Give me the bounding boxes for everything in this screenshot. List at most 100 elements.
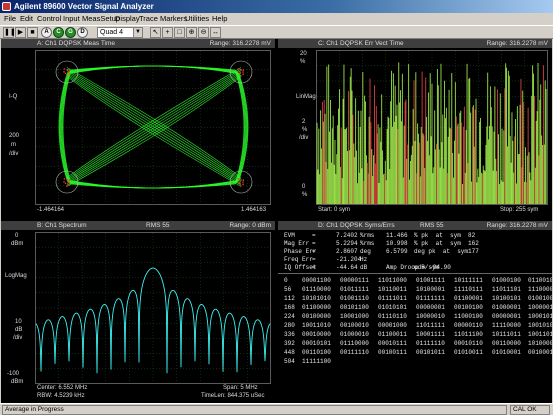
metrics-divider	[278, 273, 552, 274]
menu-display[interactable]: Display	[115, 13, 140, 25]
pane-c-ybottom: 0	[302, 184, 306, 190]
symbol-bits: 00000001	[416, 304, 445, 311]
app-icon	[2, 2, 11, 11]
pane-c-header: C: Ch1 DQPSK Err Vect Time Range: 316.22…	[278, 39, 552, 48]
symbol-bits: 01100100	[528, 277, 552, 284]
menu-file[interactable]: File	[4, 13, 16, 25]
symbol-point	[237, 68, 240, 70]
autorange-g-button[interactable]: G	[65, 27, 76, 38]
autorange-a-label: A	[44, 29, 49, 35]
symbol-bits: 01000100	[492, 277, 521, 284]
constellation-plot	[35, 50, 271, 205]
pane-b-ylabel: LogMag	[5, 273, 27, 279]
symbol-index: 168	[284, 304, 295, 311]
metric-eq: =	[312, 248, 316, 255]
symbol-bits: 10000011	[528, 304, 552, 311]
zoom-box-icon[interactable]: □	[174, 27, 185, 38]
pane-b-center: Center: 6.552 MHz	[37, 385, 88, 391]
symbol-bits: 11011100	[454, 331, 483, 338]
menu-bar: File Edit Control Input MeasSetup Displa…	[0, 13, 553, 25]
marker-icon[interactable]: +	[162, 27, 173, 38]
symbol-bits: 01110000	[340, 340, 369, 347]
symbol-point	[240, 179, 242, 181]
symbol-bits: 01100000	[302, 304, 331, 311]
pane-c-start: Start: 0 sym	[318, 207, 351, 213]
menu-input[interactable]: Input	[63, 13, 80, 25]
pane-a-xleft: -1.464164	[37, 207, 65, 213]
symbol-bits: 01001000	[528, 295, 552, 302]
autorange-a-button[interactable]: A	[41, 27, 52, 38]
autorange-c-button[interactable]: C	[53, 27, 64, 38]
symbol-index: 392	[284, 340, 295, 347]
pane-c-ylabel: LinMag	[296, 94, 316, 100]
menu-edit[interactable]: Edit	[20, 13, 33, 25]
pane-c-title: C: Ch1 DQPSK Err Vect Time	[318, 40, 404, 47]
symbol-bits: 01011111	[340, 286, 369, 293]
symbol-point	[242, 71, 244, 73]
spectrum-plot	[35, 232, 271, 384]
symbol-bits: 01111011	[378, 295, 407, 302]
symbol-bits: 10011010	[302, 322, 331, 329]
metric-row: EVM = 7.2402 %rms 11.466 % pk at sym 82	[278, 232, 552, 240]
symbol-point	[66, 179, 68, 181]
pane-d-header: D: Ch1 DQPSK Syms/Errs RMS 55 Range: 316…	[278, 221, 552, 230]
symbol-bits: 01010011	[454, 349, 483, 356]
status-bar: Average in Progress CAL OK	[0, 403, 553, 415]
pane-a-header: A: Ch1 DQPSK Meas Time Range: 316.2278 m…	[1, 39, 275, 48]
symbol-bits: 01001110	[340, 295, 369, 302]
metric-unit: dB	[360, 264, 368, 271]
symbol-bits: 11110111	[454, 286, 483, 293]
metric-row: Freq Err = -21.204 Hz	[278, 256, 552, 264]
symbol-point	[240, 69, 242, 71]
zoom-out-icon[interactable]: ⊖	[198, 27, 209, 38]
autorange-d-button[interactable]: D	[77, 27, 88, 38]
pane-d-range: Range: 316.2278 mV	[486, 222, 548, 229]
menu-utilities[interactable]: Utilities	[185, 13, 209, 25]
symbol-bits: 11110000	[492, 322, 521, 329]
play-icon[interactable]: ▶	[15, 27, 26, 38]
zoom-in-icon[interactable]: ⊕	[186, 27, 197, 38]
pane-d[interactable]: D: Ch1 DQPSK Syms/Errs RMS 55 Range: 316…	[278, 221, 552, 403]
symbol-row: 56 01110000 01011111 10110011 10100001 111101…	[278, 286, 552, 294]
symbol-row: 336 00010000 01000010 01100011 10001111 11011…	[278, 331, 552, 339]
symbol-bits: 11111100	[302, 358, 331, 365]
pane-b-title: B: Ch1 Spectrum	[37, 222, 87, 229]
symbol-point	[68, 71, 70, 73]
symbol-index: 0	[284, 277, 288, 284]
menu-markers[interactable]: Markers	[160, 13, 187, 25]
menu-help[interactable]: Help	[212, 13, 227, 25]
metric-name: Freq Err	[284, 256, 313, 263]
pane-b-ybottom: -100	[7, 371, 20, 377]
symbol-bits: 00000111	[340, 277, 369, 284]
symbol-bits: 01010101	[378, 304, 407, 311]
symbol-bits: 10111111	[454, 277, 483, 284]
menu-control[interactable]: Control	[37, 13, 61, 25]
symbol-row: 392 00010101 01110000 00010111 01111110 00010…	[278, 340, 552, 348]
metric-v2: 11.466	[386, 232, 408, 239]
pane-a[interactable]: A: Ch1 DQPSK Meas Time Range: 316.2278 m…	[1, 39, 275, 217]
symbol-point	[242, 181, 244, 183]
pane-a-title: A: Ch1 DQPSK Meas Time	[37, 40, 116, 47]
pointer-icon[interactable]: ↖	[150, 27, 161, 38]
symbol-point	[66, 69, 68, 71]
symbol-point	[242, 69, 245, 71]
symbol-point	[242, 73, 244, 75]
symbol-index: 336	[284, 331, 295, 338]
pause-icon[interactable]: ❚❚	[3, 27, 16, 38]
pane-c[interactable]: C: Ch1 DQPSK Err Vect Time Range: 316.22…	[278, 39, 552, 217]
pane-b[interactable]: B: Ch1 Spectrum RMS 55 Range: 0 dBm 0 dB…	[1, 221, 275, 403]
menu-trace[interactable]: Trace	[139, 13, 158, 25]
stop-icon[interactable]: ■	[27, 27, 38, 38]
symbol-bits: 10111011	[492, 331, 521, 338]
symbol-row: 168 01100000 00101100 01010101 00000001 00100…	[278, 304, 552, 312]
symbol-bits: 00010101	[302, 340, 331, 347]
metric-val: -44.64	[336, 264, 358, 271]
symbol-row: 112 10101010 01001110 01111011 01111111 01100…	[278, 295, 552, 303]
layout-select[interactable]: Quad 4 ▼	[97, 27, 143, 38]
metric-eq: =	[312, 240, 316, 247]
symbol-row: 448 00110100 00111110 00100111 00101011 01010…	[278, 349, 552, 357]
symbol-point	[66, 75, 68, 77]
title-bar: Agilent 89600 Vector Signal Analyzer	[0, 0, 553, 13]
pan-icon[interactable]: ↔	[210, 27, 221, 38]
pane-a-range: Range: 316.2278 mV	[209, 40, 271, 47]
